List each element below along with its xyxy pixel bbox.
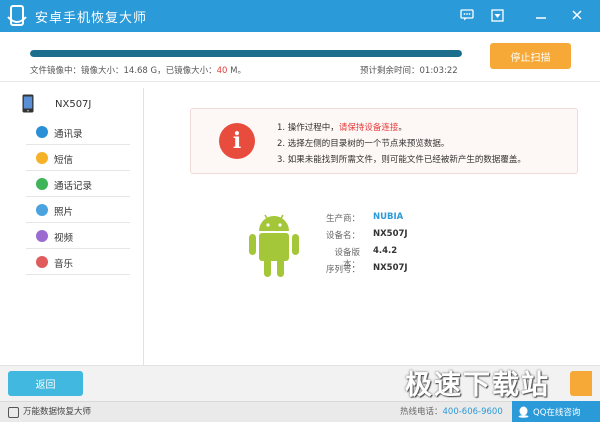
notice-line-3: 3. 如果未能找到所需文件，则可能文件已经被新产生的数据覆盖。 (277, 155, 526, 165)
scan-progress-fill (30, 50, 462, 57)
qq-icon (518, 406, 529, 418)
music-icon (36, 256, 48, 268)
spec-row-manufacturer: 生产商： NUBIA (325, 212, 404, 224)
notice-box: i 1. 操作过程中，请保持设备连接。 2. 选择左侧的目录树的一个节点来预览数… (190, 108, 578, 174)
sidebar-item-sms[interactable]: 短信 (26, 145, 130, 171)
device-node[interactable]: NX507J (0, 91, 143, 119)
device-name: NX507J (55, 99, 92, 110)
video-icon (36, 230, 48, 242)
minimize-icon[interactable] (532, 6, 550, 24)
watermark: 极速下载站 (405, 370, 550, 401)
serial-value: NX507J (373, 263, 408, 273)
sidebar-item-videos[interactable]: 视频 (26, 223, 130, 249)
spec-row-device-name: 设备名： NX507J (325, 229, 408, 241)
sidebar-item-contacts[interactable]: 通讯录 (26, 119, 130, 145)
close-icon[interactable] (568, 6, 586, 24)
hotline-text: 热线电话：400-606-9600 (400, 407, 503, 417)
scan-status-text: 文件镜像中：镜像大小：14.68 G，已镜像大小：40 M。 (30, 66, 246, 76)
sidebar-item-call-log[interactable]: 通话记录 (26, 171, 130, 197)
sidebar: NX507J 通讯录 短信 通话记录 照片 视频 音乐 (0, 88, 144, 365)
android-robot-icon (249, 214, 299, 277)
manufacturer-value: NUBIA (373, 212, 404, 222)
scan-progress-bar (30, 50, 462, 57)
chat-icon[interactable] (458, 6, 476, 24)
contacts-icon (36, 126, 48, 138)
sms-icon (36, 152, 48, 164)
alert-info-icon: i (219, 123, 255, 159)
menu-icon[interactable] (488, 6, 506, 24)
brand-name: 万能数据恢复大师 (23, 407, 92, 417)
sidebar-item-photos[interactable]: 照片 (26, 197, 130, 223)
version-value: 4.4.2 (373, 246, 398, 256)
phone-device-icon (22, 94, 34, 113)
title-bar: 安卓手机恢复大师 (0, 0, 600, 32)
brand-logo-icon (8, 407, 19, 418)
qq-consult-button[interactable]: QQ在线咨询 (512, 401, 600, 422)
imaged-size-value: 40 (216, 66, 228, 76)
remaining-time-text: 预计剩余时间：01:03:22 (360, 66, 458, 76)
spec-row-version: 设备版本： 4.4.2 (334, 246, 398, 270)
notice-line-2: 2. 选择左侧的目录树的一个节点来预览数据。 (277, 139, 450, 149)
notice-line-1: 1. 操作过程中，请保持设备连接。 (277, 123, 407, 133)
phone-icon (36, 178, 48, 190)
app-title: 安卓手机恢复大师 (35, 11, 148, 26)
photo-icon (36, 204, 48, 216)
next-button-edge[interactable] (570, 371, 592, 396)
sidebar-item-music[interactable]: 音乐 (26, 249, 130, 275)
spec-row-serial: 序列号： NX507J (325, 263, 408, 275)
device-name-value: NX507J (373, 229, 408, 239)
back-button[interactable]: 返回 (8, 371, 83, 396)
app-logo-icon (7, 5, 27, 26)
stop-scan-button[interactable]: 停止扫描 (490, 43, 571, 69)
